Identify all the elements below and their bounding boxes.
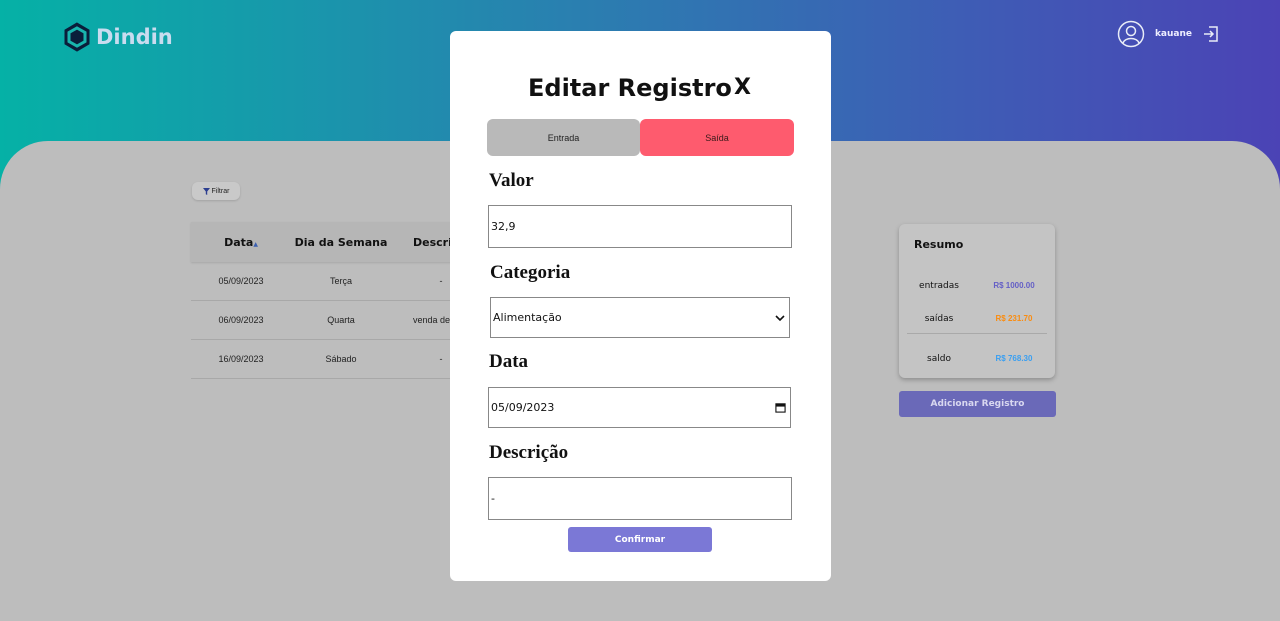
row-weekday: Terça (329, 276, 352, 286)
table-row[interactable]: 05/09/2023 Terça - (191, 262, 491, 301)
add-record-button[interactable]: Adicionar Registro (899, 391, 1056, 417)
valor-label: Valor (489, 170, 534, 191)
tab-saida[interactable]: Saída (640, 119, 794, 156)
modal-title: Editar Registro (528, 74, 732, 102)
filter-button[interactable]: Filtrar (192, 182, 240, 200)
descricao-input[interactable]: - (488, 477, 792, 520)
summary-saldo: saldo R$ 768.30 (899, 354, 1055, 364)
confirm-button[interactable]: Confirmar (568, 527, 712, 552)
table-row[interactable]: 06/09/2023 Quarta venda de (191, 301, 491, 340)
hexagon-logo-icon (64, 22, 90, 52)
tab-entrada[interactable]: Entrada (487, 119, 640, 156)
header-weekday[interactable]: Dia da Semana (291, 236, 391, 249)
table-header: Data▲ Dia da Semana Descri (191, 222, 491, 262)
entradas-value: R$ 1000.00 (993, 281, 1035, 290)
filter-label: Filtrar (211, 187, 230, 195)
app-logo[interactable]: Dindin (64, 22, 173, 52)
saidas-value: R$ 231.70 (995, 314, 1033, 323)
edit-record-modal: Editar Registro X Entrada Saída Valor 32… (450, 31, 831, 581)
row-weekday: Sábado (325, 354, 357, 364)
row-date: 16/09/2023 (218, 354, 264, 364)
categoria-value: Alimentação (493, 311, 562, 324)
saldo-label: saldo (927, 354, 951, 364)
username: kauane (1154, 29, 1192, 39)
row-date: 05/09/2023 (218, 276, 264, 286)
saidas-label: saídas (924, 314, 954, 324)
summary-divider (907, 333, 1047, 334)
summary-saidas: saídas R$ 231.70 (899, 314, 1055, 324)
valor-value: 32,9 (491, 220, 516, 233)
close-button[interactable]: X (734, 75, 751, 100)
summary-card: Resumo entradas R$ 1000.00 saídas R$ 231… (899, 224, 1055, 378)
transactions-table: Data▲ Dia da Semana Descri 05/09/2023 Te… (191, 222, 491, 379)
filter-icon (202, 187, 210, 195)
entradas-label: entradas (919, 281, 959, 291)
user-area: kauane (1117, 20, 1220, 48)
sort-up-icon: ▲ (253, 240, 258, 248)
user-avatar-icon[interactable] (1117, 20, 1145, 48)
header-date[interactable]: Data▲ (191, 236, 291, 249)
data-input[interactable]: 05/09/2023 (488, 387, 791, 428)
data-label: Data (489, 351, 529, 372)
row-date: 06/09/2023 (218, 315, 264, 325)
descricao-value: - (491, 492, 495, 505)
summary-entradas: entradas R$ 1000.00 (899, 281, 1055, 291)
descricao-label: Descrição (489, 442, 569, 463)
logout-icon[interactable] (1202, 25, 1220, 43)
table-row[interactable]: 16/09/2023 Sábado - (191, 340, 491, 379)
calendar-icon[interactable] (775, 402, 786, 413)
categoria-select[interactable]: Alimentação (490, 297, 790, 338)
app-name: Dindin (96, 25, 173, 49)
valor-input[interactable]: 32,9 (488, 205, 792, 248)
data-value: 05/09/2023 (491, 401, 555, 414)
categoria-label: Categoria (490, 262, 571, 283)
saldo-value: R$ 768.30 (995, 354, 1033, 363)
summary-title: Resumo (914, 238, 964, 251)
row-weekday: Quarta (327, 315, 355, 325)
chevron-down-icon (775, 314, 785, 321)
